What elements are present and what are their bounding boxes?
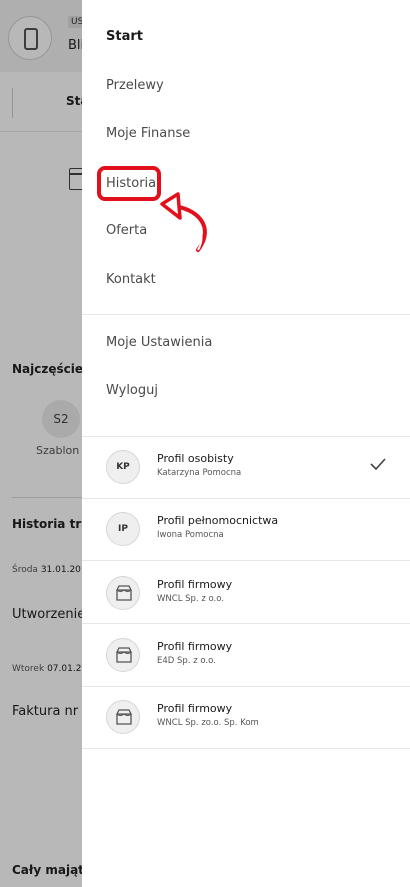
profile-badge [106,638,140,672]
history-highlight [97,166,161,201]
menu-item-contact[interactable]: Kontakt [106,272,156,287]
menu-item-logout[interactable]: Wyloguj [106,383,158,398]
profile-item[interactable]: KP Profil osobisty Katarzyna Pomocna [82,436,410,498]
profile-badge [106,700,140,734]
profile-subtitle: Iwona Pomocna [157,530,224,540]
profile-subtitle: WNCL Sp. z o.o. [157,594,224,604]
profile-title: Profil pełnomocnictwa [157,514,279,527]
menu-item-settings[interactable]: Moje Ustawienia [106,335,212,350]
profile-item[interactable]: IP Profil pełnomocnictwa Iwona Pomocna [82,498,410,560]
shop-icon [115,585,133,601]
profile-title: Profil firmowy [157,702,233,715]
menu-item-transfers[interactable]: Przelewy [106,78,164,93]
profile-badge: IP [106,512,140,546]
profile-item[interactable]: Profil firmowy E4D Sp. z o.o. [82,624,410,686]
menu-item-finances[interactable]: Moje Finanse [106,126,190,141]
checkmark-icon [370,458,386,470]
menu-item-offer[interactable]: Oferta [106,223,147,238]
profile-title: Profil osobisty [157,452,234,465]
profile-subtitle: Katarzyna Pomocna [157,468,242,478]
profile-subtitle: E4D Sp. z o.o. [157,656,216,666]
profile-item[interactable]: Profil firmowy WNCL Sp. zo.o. Sp. Kom [82,686,410,748]
menu-divider [82,314,410,315]
row-separator [82,748,410,749]
menu-item-start[interactable]: Start [106,29,143,44]
profile-item[interactable]: Profil firmowy WNCL Sp. z o.o. [82,562,410,624]
profile-badge: KP [106,450,140,484]
pointer-arrow-icon [160,192,207,252]
profile-subtitle: WNCL Sp. zo.o. Sp. Kom [157,718,259,728]
navigation-drawer: Start Przelewy Moje Finanse Historia Ofe… [82,0,410,887]
profile-badge [106,576,140,610]
row-separator [82,560,410,561]
shop-icon [115,709,133,725]
profile-title: Profil firmowy [157,578,233,591]
profile-title: Profil firmowy [157,640,233,653]
shop-icon [115,647,133,663]
